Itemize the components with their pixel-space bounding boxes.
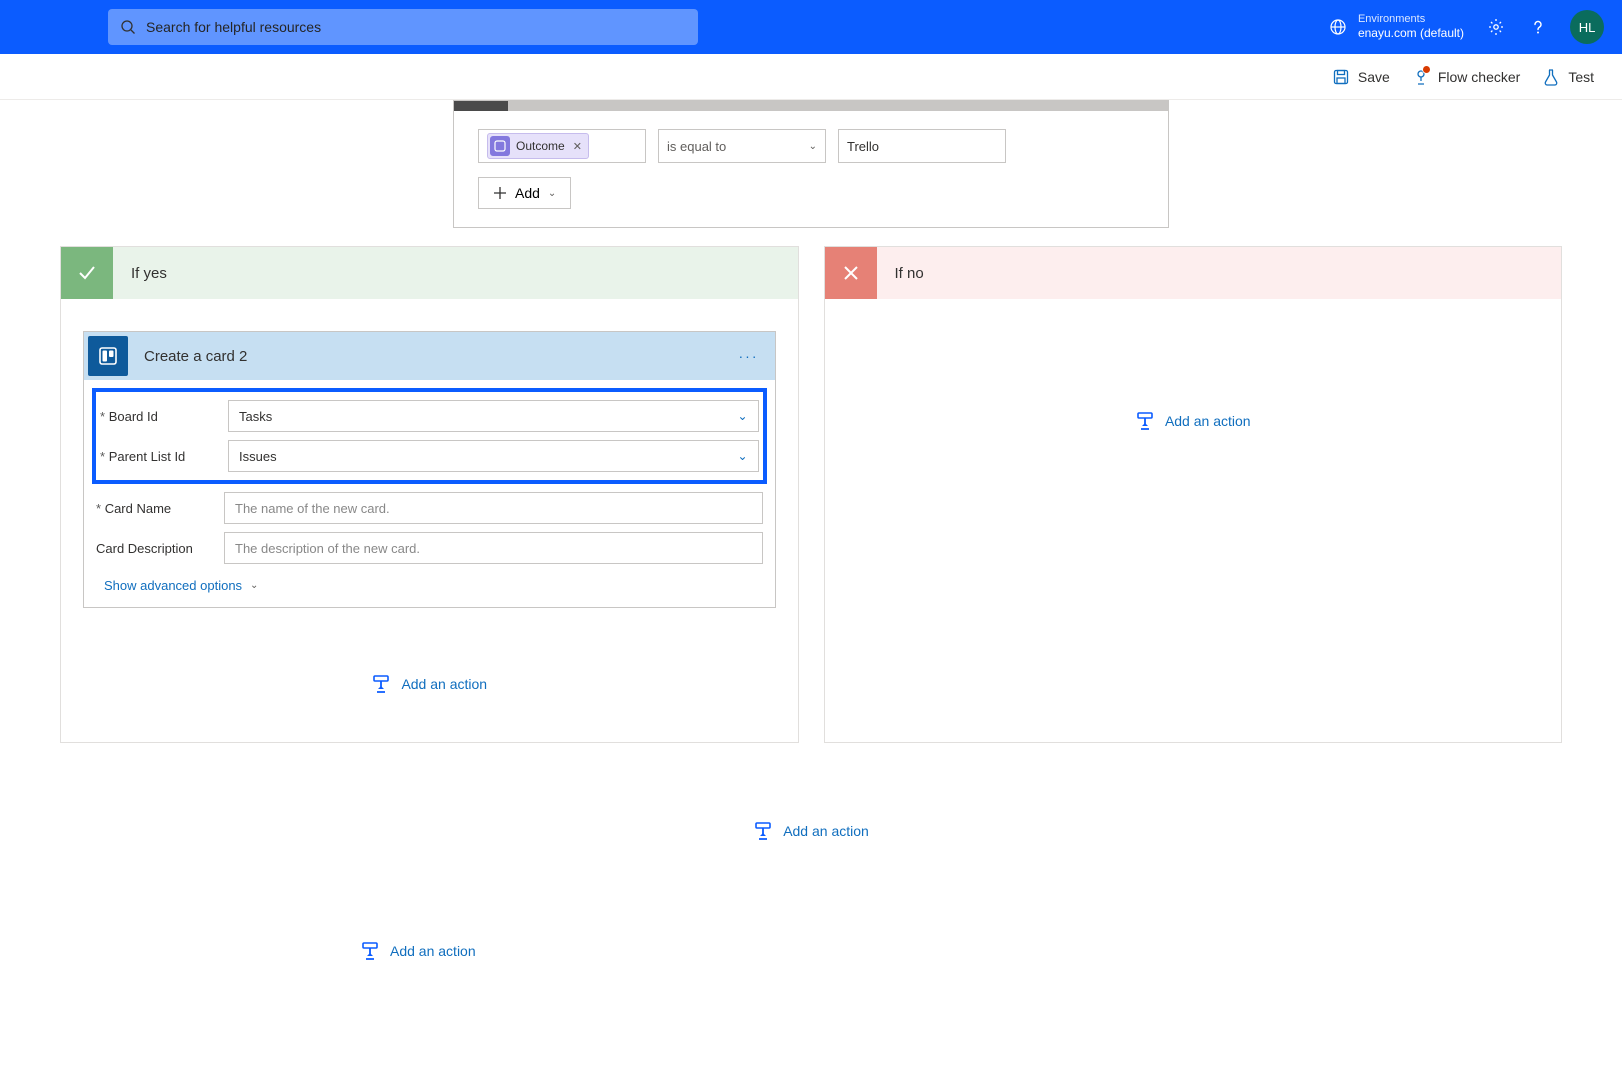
add-action-icon bbox=[360, 941, 380, 961]
environment-label: Environments bbox=[1358, 12, 1464, 26]
chevron-down-icon: ⌄ bbox=[809, 141, 817, 152]
add-action-icon bbox=[371, 674, 391, 694]
action-card-more-button[interactable]: ··· bbox=[723, 348, 775, 364]
condition-right-operand[interactable]: Trello bbox=[838, 129, 1006, 163]
branch-yes-header: If yes bbox=[61, 247, 798, 299]
save-button[interactable]: Save bbox=[1332, 68, 1390, 86]
flow-checker-alert-dot bbox=[1422, 65, 1431, 74]
chevron-down-icon: ⌄ bbox=[250, 580, 258, 591]
action-card-title: Create a card 2 bbox=[132, 348, 723, 365]
avatar-initials: HL bbox=[1579, 20, 1596, 35]
condition-operator-label: is equal to bbox=[667, 139, 726, 154]
field-card-description: Card Description bbox=[84, 528, 775, 568]
action-card-create-card: Create a card 2 ··· * Board Id Tasks ⌄ bbox=[83, 331, 776, 608]
board-id-dropdown[interactable]: Tasks ⌄ bbox=[228, 400, 759, 432]
card-desc-input[interactable] bbox=[224, 532, 763, 564]
board-id-label: Board Id bbox=[109, 409, 158, 424]
field-parent-list-id: * Parent List Id Issues ⌄ bbox=[96, 436, 763, 476]
header-right: Environments enayu.com (default) HL bbox=[1328, 10, 1604, 44]
condition-card: Outcome ✕ is equal to ⌄ Trello Add ⌄ bbox=[453, 100, 1169, 228]
condition-branches: If yes Create a card 2 ··· bbox=[60, 246, 1562, 743]
flow-canvas[interactable]: Outcome ✕ is equal to ⌄ Trello Add ⌄ bbox=[0, 100, 1622, 1021]
card-name-text-input[interactable] bbox=[235, 501, 752, 516]
branch-no-header: If no bbox=[825, 247, 1562, 299]
parent-list-label: Parent List Id bbox=[109, 449, 186, 464]
condition-add-button[interactable]: Add ⌄ bbox=[478, 177, 571, 209]
test-button[interactable]: Test bbox=[1542, 68, 1594, 86]
parent-list-dropdown[interactable]: Issues ⌄ bbox=[228, 440, 759, 472]
branch-yes: If yes Create a card 2 ··· bbox=[60, 246, 799, 743]
field-board-id: * Board Id Tasks ⌄ bbox=[96, 396, 763, 436]
environment-picker[interactable]: Environments enayu.com (default) bbox=[1328, 12, 1464, 42]
condition-value: Trello bbox=[847, 139, 879, 154]
test-icon bbox=[1542, 68, 1560, 86]
branch-yes-label: If yes bbox=[113, 265, 167, 282]
branch-no-label: If no bbox=[877, 265, 924, 282]
search-input[interactable] bbox=[146, 19, 686, 35]
chevron-down-icon: ⌄ bbox=[548, 188, 556, 199]
condition-add-label: Add bbox=[515, 185, 540, 201]
flow-checker-icon bbox=[1412, 68, 1430, 86]
environment-icon bbox=[1328, 17, 1348, 37]
save-label: Save bbox=[1358, 69, 1390, 85]
chevron-down-icon: ⌄ bbox=[737, 409, 747, 423]
highlighted-fields: * Board Id Tasks ⌄ * Parent List Id Issu… bbox=[92, 388, 767, 484]
card-name-label: Card Name bbox=[105, 501, 171, 516]
test-label: Test bbox=[1568, 69, 1594, 85]
field-card-name: * Card Name bbox=[84, 488, 775, 528]
settings-icon[interactable] bbox=[1486, 17, 1506, 37]
action-card-header[interactable]: Create a card 2 ··· bbox=[84, 332, 775, 380]
app-header: Environments enayu.com (default) HL bbox=[0, 0, 1622, 54]
board-id-value: Tasks bbox=[239, 409, 272, 424]
add-action-icon bbox=[753, 821, 773, 841]
flow-checker-button[interactable]: Flow checker bbox=[1412, 68, 1520, 86]
avatar[interactable]: HL bbox=[1570, 10, 1604, 44]
condition-row: Outcome ✕ is equal to ⌄ Trello bbox=[478, 129, 1144, 163]
trello-icon bbox=[88, 336, 128, 376]
advanced-options-label: Show advanced options bbox=[104, 578, 242, 593]
token-label: Outcome bbox=[516, 139, 565, 153]
show-advanced-options-link[interactable]: Show advanced options ⌄ bbox=[84, 568, 258, 593]
token-icon bbox=[490, 136, 510, 156]
branch-no: If no Add an action bbox=[824, 246, 1563, 743]
add-action-outer[interactable]: Add an action bbox=[360, 941, 1562, 961]
condition-operator-dropdown[interactable]: is equal to ⌄ bbox=[658, 129, 826, 163]
card-desc-text-input[interactable] bbox=[235, 541, 752, 556]
add-action-label: Add an action bbox=[1165, 413, 1251, 429]
add-action-label: Add an action bbox=[390, 943, 476, 959]
close-icon bbox=[825, 247, 877, 299]
condition-card-header-stub bbox=[454, 101, 1168, 111]
parent-list-value: Issues bbox=[239, 449, 277, 464]
search-icon bbox=[120, 19, 136, 35]
chevron-down-icon: ⌄ bbox=[737, 449, 747, 463]
dynamic-token-outcome[interactable]: Outcome ✕ bbox=[487, 133, 589, 159]
add-action-after-condition[interactable]: Add an action bbox=[60, 821, 1562, 841]
add-action-label: Add an action bbox=[783, 823, 869, 839]
plus-icon bbox=[493, 186, 507, 200]
flow-checker-label: Flow checker bbox=[1438, 69, 1520, 85]
add-action-label: Add an action bbox=[401, 676, 487, 692]
check-icon bbox=[61, 247, 113, 299]
token-remove-icon[interactable]: ✕ bbox=[573, 140, 582, 153]
toolbar: Save Flow checker Test bbox=[0, 54, 1622, 100]
help-icon[interactable] bbox=[1528, 17, 1548, 37]
add-action-yes-branch[interactable]: Add an action bbox=[83, 674, 776, 694]
environment-value: enayu.com (default) bbox=[1358, 26, 1464, 42]
condition-left-operand[interactable]: Outcome ✕ bbox=[478, 129, 646, 163]
add-action-icon bbox=[1135, 411, 1155, 431]
search-box[interactable] bbox=[108, 9, 698, 45]
card-desc-label: Card Description bbox=[96, 541, 193, 556]
add-action-no-branch[interactable]: Add an action bbox=[847, 411, 1540, 431]
save-icon bbox=[1332, 68, 1350, 86]
card-name-input[interactable] bbox=[224, 492, 763, 524]
